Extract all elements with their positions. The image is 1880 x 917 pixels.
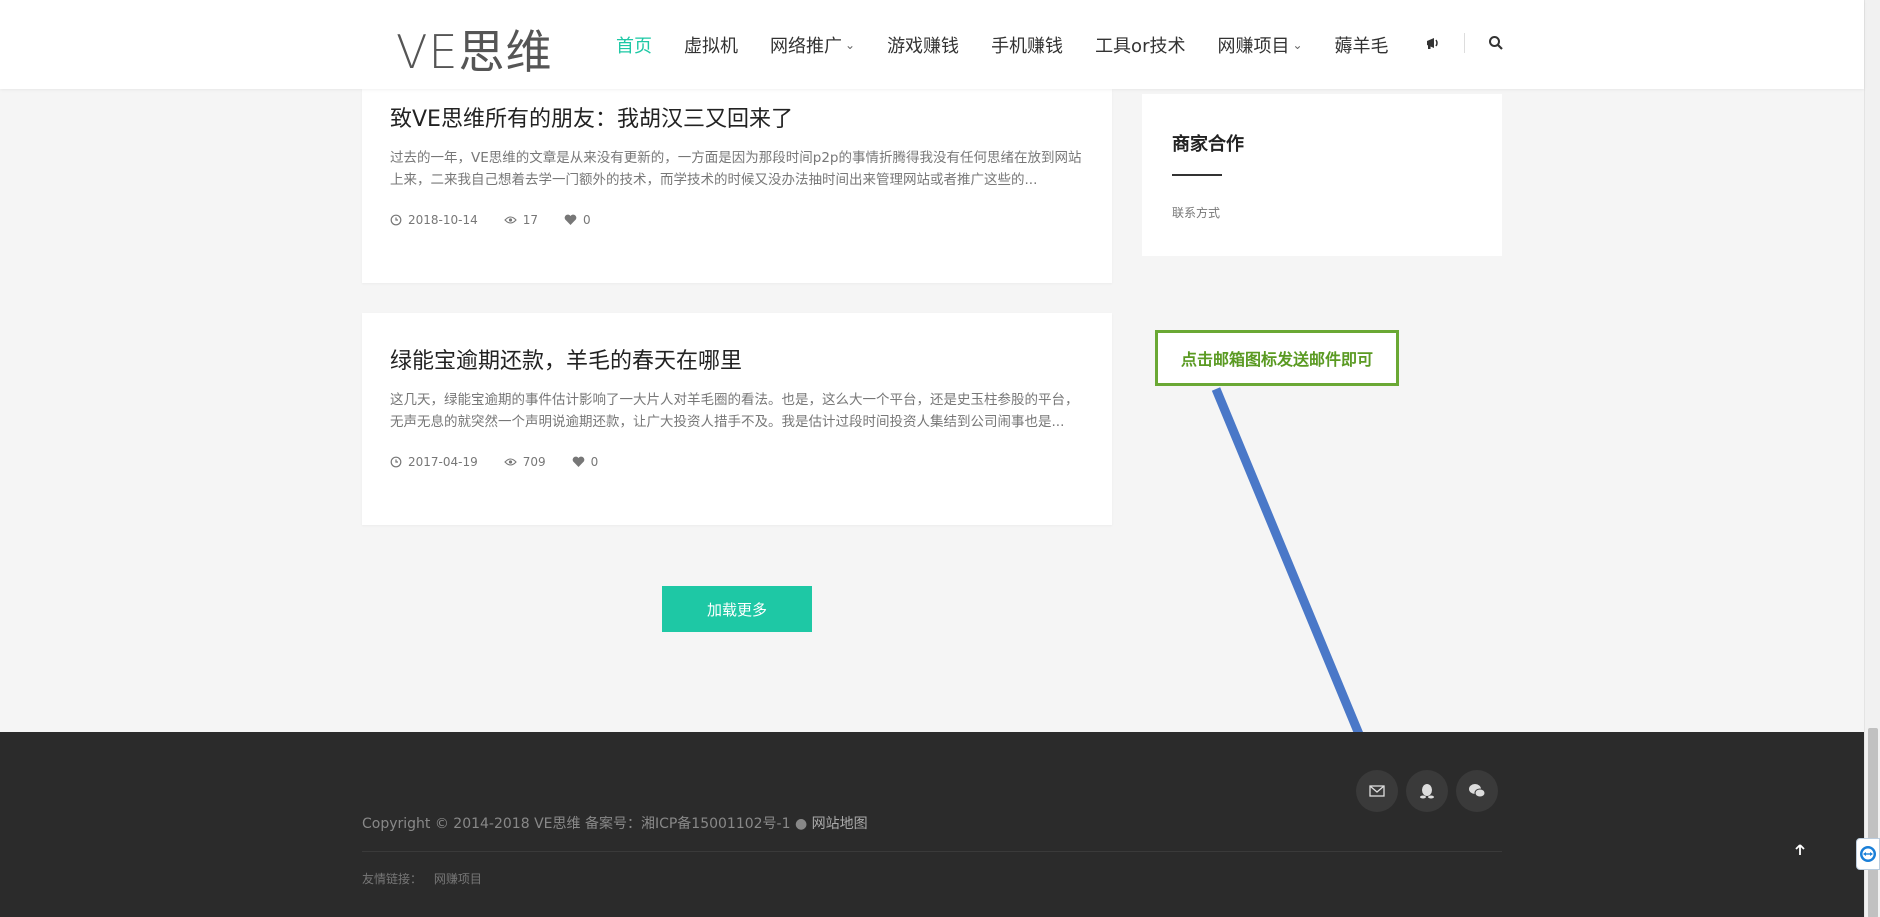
page-scrollbar[interactable] — [1864, 0, 1880, 917]
nav-item-label: 工具or技术 — [1095, 35, 1186, 57]
nav-item-label: 手机赚钱 — [991, 35, 1064, 57]
copyright-text: Copyright © 2014-2018 VE思维 备案号：湘ICP备1500… — [362, 813, 868, 833]
friend-links: 友情链接： 网赚项目 — [362, 870, 482, 887]
nav-item-mobile-money[interactable]: 手机赚钱 — [991, 32, 1063, 58]
friend-links-label: 友情链接： — [362, 872, 423, 886]
nav-item-network-promo[interactable]: 网络推广 ⌄ — [770, 32, 855, 58]
divider — [1464, 33, 1465, 53]
copyright-label: Copyright © 2014-2018 VE思维 备案号：湘ICP备1500… — [362, 816, 812, 832]
nav-item-label: 薅羊毛 — [1334, 35, 1389, 57]
site-footer: Copyright © 2014-2018 VE思维 备案号：湘ICP备1500… — [0, 732, 1864, 917]
sitemap-link[interactable]: 网站地图 — [812, 816, 868, 832]
main-nav: 首页 虚拟机 网络推广 ⌄ 游戏赚钱 手机赚钱 工具or技术 网赚项目 ⌄ 薅羊毛 — [616, 0, 1421, 89]
nav-item-label: 虚拟机 — [684, 35, 738, 57]
friend-link[interactable]: 网赚项目 — [434, 872, 482, 886]
site-logo[interactable]: VE思维 — [396, 16, 553, 82]
nav-item-home[interactable]: 首页 — [616, 32, 652, 58]
header-tools — [1420, 30, 1509, 56]
nav-item-label: 网络推广 — [770, 35, 842, 57]
chevron-down-icon: ⌄ — [845, 37, 856, 52]
megaphone-icon[interactable] — [1420, 30, 1446, 56]
chevron-down-icon: ⌄ — [1292, 37, 1303, 52]
site-header: VE思维 首页 虚拟机 网络推广 ⌄ 游戏赚钱 手机赚钱 工具or技术 网赚项目 ⌄… — [0, 0, 1864, 89]
scrollbar-thumb[interactable] — [1868, 728, 1878, 917]
teamviewer-icon[interactable] — [1856, 838, 1880, 870]
nav-item-label: 首页 — [616, 35, 652, 57]
nav-item-vm[interactable]: 虚拟机 — [684, 32, 738, 58]
nav-item-projects[interactable]: 网赚项目 ⌄ — [1217, 32, 1302, 58]
nav-item-wool[interactable]: 薅羊毛 — [1335, 32, 1389, 58]
nav-item-tools[interactable]: 工具or技术 — [1095, 32, 1185, 58]
mail-icon[interactable] — [1356, 770, 1398, 812]
back-to-top-icon[interactable] — [1790, 840, 1810, 860]
nav-item-label: 网赚项目 — [1217, 35, 1290, 57]
nav-item-game-money[interactable]: 游戏赚钱 — [887, 32, 959, 58]
nav-item-label: 游戏赚钱 — [887, 35, 960, 57]
wechat-icon[interactable] — [1456, 770, 1498, 812]
qq-icon[interactable] — [1406, 770, 1448, 812]
search-icon[interactable] — [1483, 30, 1509, 56]
footer-divider — [362, 851, 1502, 852]
